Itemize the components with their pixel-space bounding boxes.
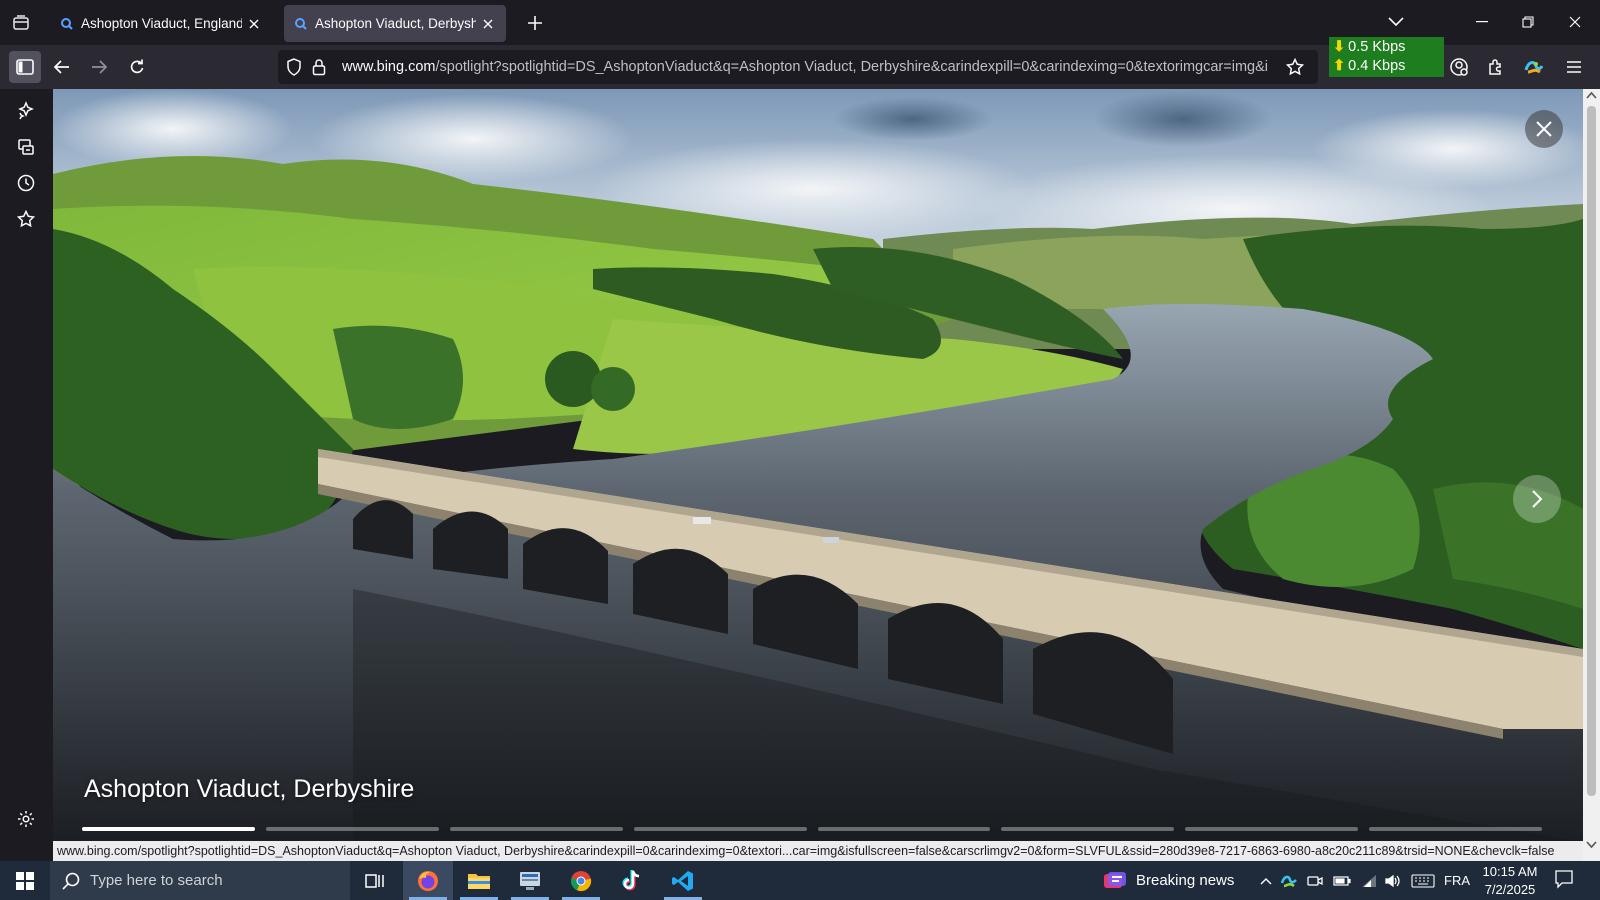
copilot-icon[interactable] xyxy=(1518,51,1550,83)
input-language[interactable]: FRA xyxy=(1444,873,1470,888)
url-path: /spotlight?spotlightid=DS_AshoptonViaduc… xyxy=(435,59,1267,75)
link-status-bar: www.bing.com/spotlight?spotlightid=DS_As… xyxy=(53,841,1583,861)
vertical-scrollbar[interactable] xyxy=(1583,89,1600,861)
slide-indicator[interactable] xyxy=(633,827,807,831)
system-clock[interactable]: 10:15 AM 7/2/2025 xyxy=(1480,863,1540,899)
url-text[interactable]: www.bing.com/spotlight?spotlightid=DS_As… xyxy=(342,59,1267,75)
tiktok-taskbar-icon[interactable] xyxy=(607,861,657,900)
windows-start-icon[interactable] xyxy=(0,861,50,900)
tab-close-icon[interactable] xyxy=(480,16,496,32)
search-icon xyxy=(62,872,80,890)
ai-chatbot-icon[interactable] xyxy=(14,99,38,123)
meet-now-icon[interactable] xyxy=(1304,861,1326,900)
clock-date: 7/2/2025 xyxy=(1484,882,1536,897)
landscape-photo xyxy=(53,89,1583,842)
slide-indicator[interactable] xyxy=(1001,827,1175,831)
bookmarks-icon[interactable] xyxy=(14,207,38,231)
chevron-up-icon[interactable] xyxy=(1256,861,1276,900)
next-slide-button[interactable] xyxy=(1513,475,1561,523)
battery-icon[interactable] xyxy=(1330,861,1354,900)
close-window-button[interactable] xyxy=(1561,8,1589,36)
news-label: Breaking news xyxy=(1136,872,1235,889)
slide-indicator[interactable] xyxy=(1185,827,1359,831)
network-app-icon[interactable] xyxy=(505,861,555,900)
task-view-icon[interactable] xyxy=(350,861,400,900)
tab-title: Ashopton Viaduct, Derbyshire - Bing xyxy=(315,16,476,31)
tab-list-icon[interactable] xyxy=(8,10,34,36)
slide-progress xyxy=(82,827,1542,831)
notification-icon[interactable] xyxy=(1554,869,1574,894)
chrome-taskbar-icon[interactable] xyxy=(556,861,606,900)
taskbar-search-input[interactable]: Type here to search xyxy=(50,861,350,900)
upload-speed: ⬆ 0.4 Kbps xyxy=(1333,58,1406,74)
slide-indicator[interactable] xyxy=(265,827,439,831)
lock-icon[interactable] xyxy=(312,58,326,76)
search-icon xyxy=(295,17,307,30)
slide-indicator[interactable] xyxy=(82,827,255,831)
news-icon xyxy=(1104,871,1126,888)
vscode-taskbar-icon[interactable] xyxy=(658,861,708,900)
close-spotlight-button[interactable] xyxy=(1525,110,1563,148)
synced-tabs-icon[interactable] xyxy=(14,135,38,159)
firefox-taskbar-icon[interactable] xyxy=(403,861,453,900)
volume-icon[interactable] xyxy=(1382,861,1404,900)
forward-button[interactable] xyxy=(83,51,115,83)
account-icon[interactable] xyxy=(1443,51,1475,83)
search-placeholder: Type here to search xyxy=(90,872,223,889)
scroll-down-icon[interactable] xyxy=(1586,841,1597,849)
chevron-down-icon[interactable] xyxy=(1382,8,1410,36)
menu-icon[interactable] xyxy=(1558,51,1590,83)
bookmark-star-icon[interactable] xyxy=(1286,58,1304,76)
slide-indicator[interactable] xyxy=(1369,827,1542,831)
extensions-icon[interactable] xyxy=(1480,51,1512,83)
scroll-up-icon[interactable] xyxy=(1586,91,1597,99)
news-widget[interactable]: Breaking news xyxy=(1104,861,1234,900)
download-speed: ⬇ 0.5 Kbps xyxy=(1333,39,1406,55)
tab-title: Ashopton Viaduct, England - Search xyxy=(81,16,242,31)
spotlight-viewer: Ashopton Viaduct, Derbyshire xyxy=(53,89,1583,842)
url-domain: www.bing.com xyxy=(342,59,436,75)
slide-indicator[interactable] xyxy=(817,827,991,831)
address-bar[interactable]: www.bing.com/spotlight?spotlightid=DS_As… xyxy=(278,50,1318,84)
clock-time: 10:15 AM xyxy=(1482,864,1538,879)
sidebar-toggle-button[interactable] xyxy=(9,51,41,83)
tab-search[interactable]: Ashopton Viaduct, England - Search xyxy=(50,5,272,42)
minimize-button[interactable] xyxy=(1468,8,1496,36)
wifi-icon[interactable] xyxy=(1358,861,1380,900)
network-speed-monitor: ⬇ 0.5 Kbps ⬆ 0.4 Kbps xyxy=(1329,37,1444,77)
history-icon[interactable] xyxy=(14,171,38,195)
browser-sidebar xyxy=(0,89,53,842)
back-button[interactable] xyxy=(46,51,78,83)
copilot-tray-icon[interactable] xyxy=(1278,861,1300,900)
keyboard-icon[interactable] xyxy=(1408,861,1438,900)
tab-bing[interactable]: Ashopton Viaduct, Derbyshire - Bing xyxy=(284,5,506,42)
shield-icon[interactable] xyxy=(286,58,302,76)
reload-button[interactable] xyxy=(121,51,153,83)
search-icon xyxy=(61,17,73,30)
restore-button[interactable] xyxy=(1514,8,1542,36)
new-tab-button[interactable] xyxy=(524,12,546,34)
file-explorer-icon[interactable] xyxy=(454,861,504,900)
tab-close-icon[interactable] xyxy=(246,16,262,32)
windows-taskbar: Type here to search Breaking news FRA 10… xyxy=(0,861,1600,900)
scrollbar-thumb[interactable] xyxy=(1587,106,1596,796)
settings-gear-icon[interactable] xyxy=(14,807,38,831)
image-caption: Ashopton Viaduct, Derbyshire xyxy=(84,775,415,803)
slide-indicator[interactable] xyxy=(449,827,623,831)
